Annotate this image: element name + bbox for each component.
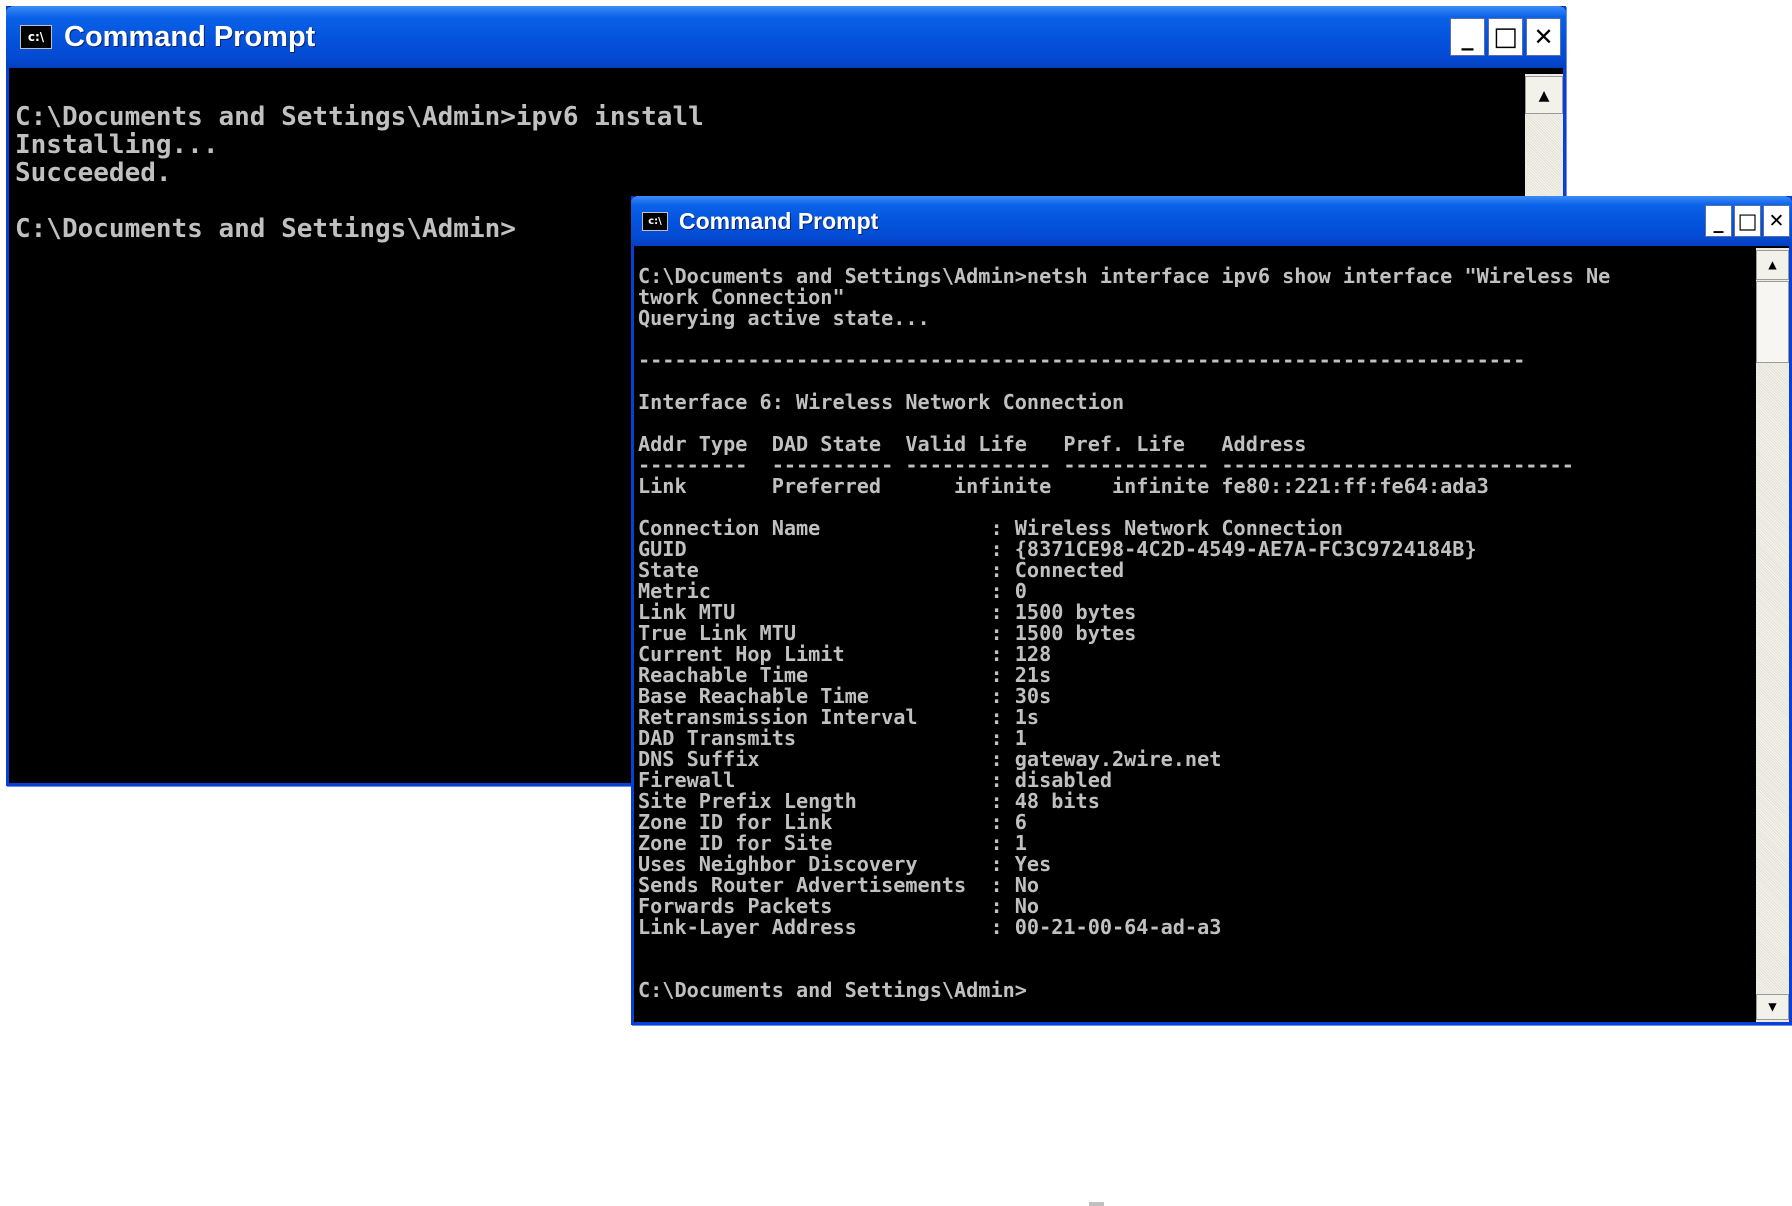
scroll-thumb[interactable]	[1756, 281, 1789, 363]
console-icon: c:\	[20, 25, 52, 49]
maximize-button[interactable]: □	[1734, 205, 1761, 237]
maximize-button[interactable]: □	[1488, 18, 1523, 56]
console-icon: c:\	[642, 211, 668, 231]
vertical-scrollbar[interactable]: ▲ ▼	[1756, 248, 1789, 1022]
title-bar[interactable]: c:\ Command Prompt _ □ ✕	[6, 6, 1566, 68]
scroll-up-arrow-icon[interactable]: ▲	[1756, 250, 1789, 280]
minimize-button[interactable]: _	[1450, 18, 1485, 56]
window-title: Command Prompt	[64, 20, 316, 53]
minimize-button[interactable]: _	[1705, 205, 1732, 237]
scroll-up-arrow-icon[interactable]: ▲	[1525, 76, 1563, 114]
command-prompt-window-front[interactable]: c:\ Command Prompt _ □ ✕ C:\Documents an…	[631, 196, 1792, 1206]
scroll-down-arrow-icon[interactable]: ▼	[1756, 994, 1789, 1020]
title-bar[interactable]: c:\ Command Prompt _ □ ✕	[631, 196, 1792, 246]
close-button[interactable]: ✕	[1526, 18, 1561, 56]
console-output[interactable]: C:\Documents and Settings\Admin>netsh in…	[634, 246, 1760, 1022]
text-cursor	[1089, 1202, 1104, 1206]
window-title: Command Prompt	[679, 207, 879, 234]
close-button[interactable]: ✕	[1763, 205, 1790, 237]
